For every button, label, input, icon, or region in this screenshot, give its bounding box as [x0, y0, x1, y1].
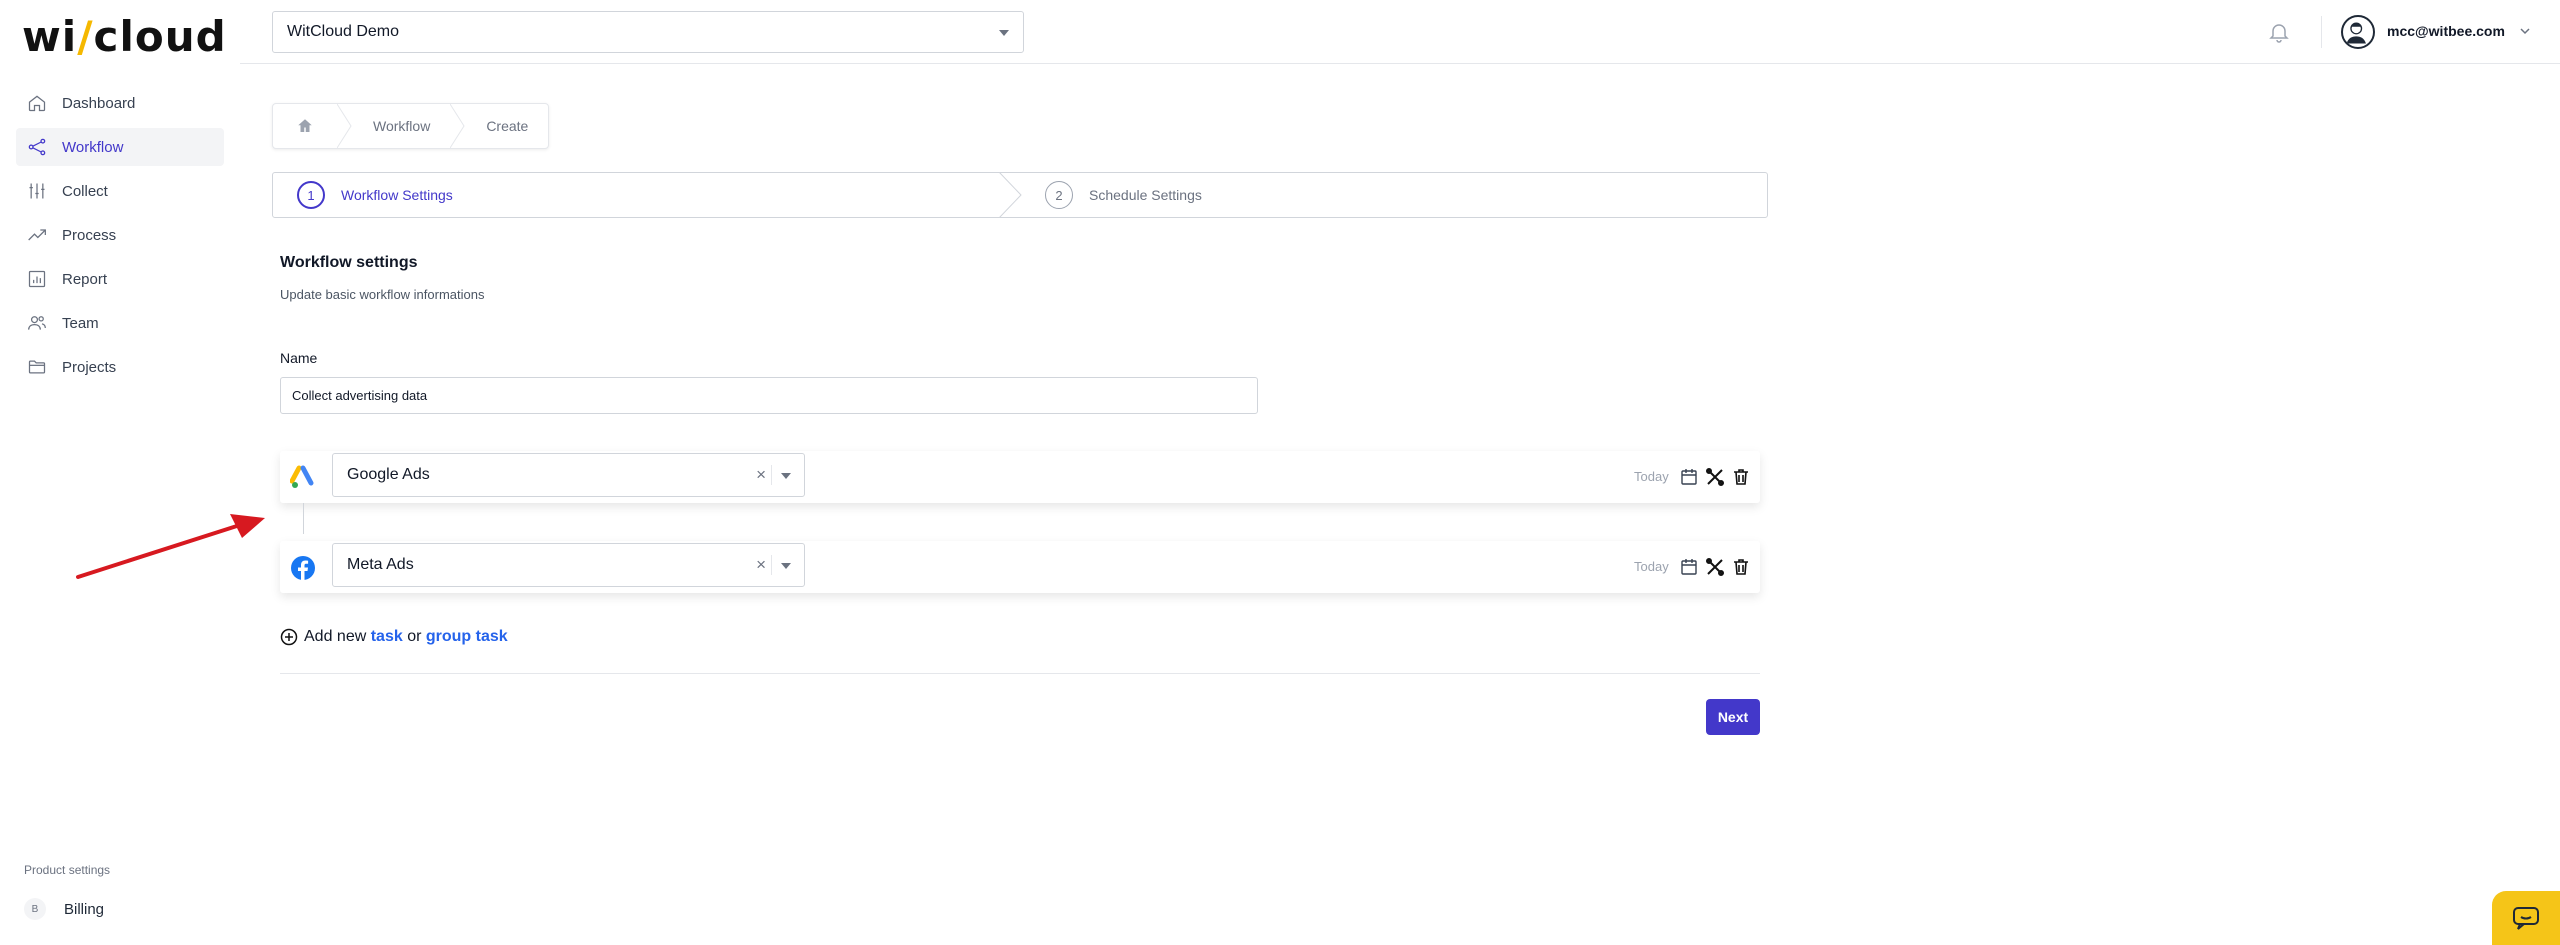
task-source-select[interactable]: Meta Ads × — [332, 543, 805, 587]
sidebar-item-projects[interactable]: Projects — [16, 348, 224, 386]
step-number: 2 — [1045, 181, 1073, 209]
workspace-select[interactable]: WitCloud Demo — [272, 11, 1024, 53]
step-label: Workflow Settings — [341, 187, 453, 203]
add-task-row: Add new task or group task — [280, 628, 508, 646]
red-arrow-annotation — [76, 514, 265, 579]
task-source-value: Google Ads — [347, 466, 430, 483]
form-divider — [280, 673, 1760, 674]
breadcrumb: Workflow Create — [272, 103, 550, 149]
caret-down-icon[interactable] — [781, 473, 791, 479]
home-icon — [26, 92, 48, 114]
sidebar: wi/cloud Dashboard Workflow Collect Proc… — [0, 0, 240, 945]
caret-down-icon[interactable] — [781, 563, 791, 569]
chat-widget-button[interactable] — [2492, 891, 2560, 945]
add-task-link[interactable]: task — [371, 628, 403, 646]
tools-icon[interactable] — [1705, 557, 1725, 577]
plus-circle-icon[interactable] — [280, 628, 298, 646]
sidebar-item-label: Projects — [62, 358, 117, 376]
next-button[interactable]: Next — [1706, 699, 1760, 735]
sidebar-item-workflow[interactable]: Workflow — [16, 128, 224, 166]
tools-icon[interactable] — [1705, 467, 1725, 487]
task-connector — [303, 503, 304, 534]
task-row: Meta Ads × Today — [280, 541, 1760, 593]
top-header: WitCloud Demo mcc@witbee.com — [240, 0, 2560, 64]
task-row: Google Ads × Today — [280, 451, 1760, 503]
breadcrumb-create: Create — [486, 118, 529, 134]
product-settings-heading: Product settings — [24, 863, 111, 877]
breadcrumb-separator — [337, 104, 352, 148]
workspace-select-value: WitCloud Demo — [287, 23, 400, 40]
task-schedule-label: Today — [1634, 469, 1669, 484]
sidebar-item-dashboard[interactable]: Dashboard — [16, 84, 224, 122]
google-ads-icon — [290, 465, 314, 488]
step-number: 1 — [297, 181, 325, 209]
clear-icon[interactable]: × — [756, 465, 766, 485]
step-schedule-settings[interactable]: 2 Schedule Settings — [1045, 173, 1202, 217]
chat-icon — [2513, 907, 2539, 930]
step-workflow-settings[interactable]: 1 Workflow Settings — [297, 173, 453, 217]
add-task-middle: or — [402, 628, 426, 645]
breadcrumb-workflow[interactable]: Workflow — [353, 118, 450, 134]
chevron-down-icon[interactable] — [2518, 24, 2532, 38]
sidebar-item-label: Workflow — [62, 138, 124, 156]
bell-icon[interactable] — [2267, 20, 2291, 44]
task-schedule-label: Today — [1634, 559, 1669, 574]
workflow-icon — [26, 136, 48, 158]
sliders-icon — [26, 180, 48, 202]
sidebar-item-billing[interactable]: B Billing — [24, 898, 104, 920]
report-icon — [26, 268, 48, 290]
user-email[interactable]: mcc@witbee.com — [2387, 23, 2505, 39]
home-icon[interactable] — [273, 104, 337, 148]
breadcrumb-separator — [450, 104, 465, 148]
select-separator — [771, 555, 772, 575]
sidebar-item-report[interactable]: Report — [16, 260, 224, 298]
section-description: Update basic workflow informations — [280, 287, 485, 302]
sidebar-item-label: Collect — [62, 182, 108, 200]
trash-icon[interactable] — [1731, 467, 1751, 487]
sidebar-item-collect[interactable]: Collect — [16, 172, 224, 210]
task-source-select[interactable]: Google Ads × — [332, 453, 805, 497]
billing-icon: B — [24, 898, 46, 920]
add-task-prefix: Add new — [304, 628, 371, 645]
caret-down-icon — [999, 30, 1009, 36]
team-icon — [26, 312, 48, 334]
section-title: Workflow settings — [280, 254, 418, 271]
workflow-name-input[interactable] — [280, 377, 1258, 414]
sidebar-item-team[interactable]: Team — [16, 304, 224, 342]
step-navigation: 1 Workflow Settings 2 Schedule Settings — [272, 172, 1768, 218]
folder-icon — [26, 356, 48, 378]
clear-icon[interactable]: × — [756, 555, 766, 575]
calendar-icon[interactable] — [1679, 557, 1699, 577]
trash-icon[interactable] — [1731, 557, 1751, 577]
sidebar-item-process[interactable]: Process — [16, 216, 224, 254]
witcloud-logo[interactable]: wi/cloud — [22, 12, 227, 61]
step-label: Schedule Settings — [1089, 187, 1202, 203]
task-source-value: Meta Ads — [347, 556, 414, 573]
sidebar-item-label: Team — [62, 314, 99, 332]
sidebar-item-label: Dashboard — [62, 94, 136, 112]
facebook-icon — [291, 556, 315, 580]
trend-icon — [26, 224, 48, 246]
select-separator — [771, 465, 772, 485]
name-label: Name — [280, 350, 318, 366]
sidebar-item-label: Report — [62, 270, 108, 288]
add-group-task-link[interactable]: group task — [426, 628, 508, 646]
step-divider — [998, 172, 1022, 218]
user-avatar[interactable] — [2341, 15, 2375, 49]
sidebar-item-label: Billing — [64, 900, 105, 918]
calendar-icon[interactable] — [1679, 467, 1699, 487]
sidebar-nav: Dashboard Workflow Collect Process Repor… — [16, 84, 224, 392]
app-root: wi/cloud Dashboard Workflow Collect Proc… — [0, 0, 2560, 945]
sidebar-item-label: Process — [62, 226, 117, 244]
header-divider — [2321, 16, 2322, 48]
